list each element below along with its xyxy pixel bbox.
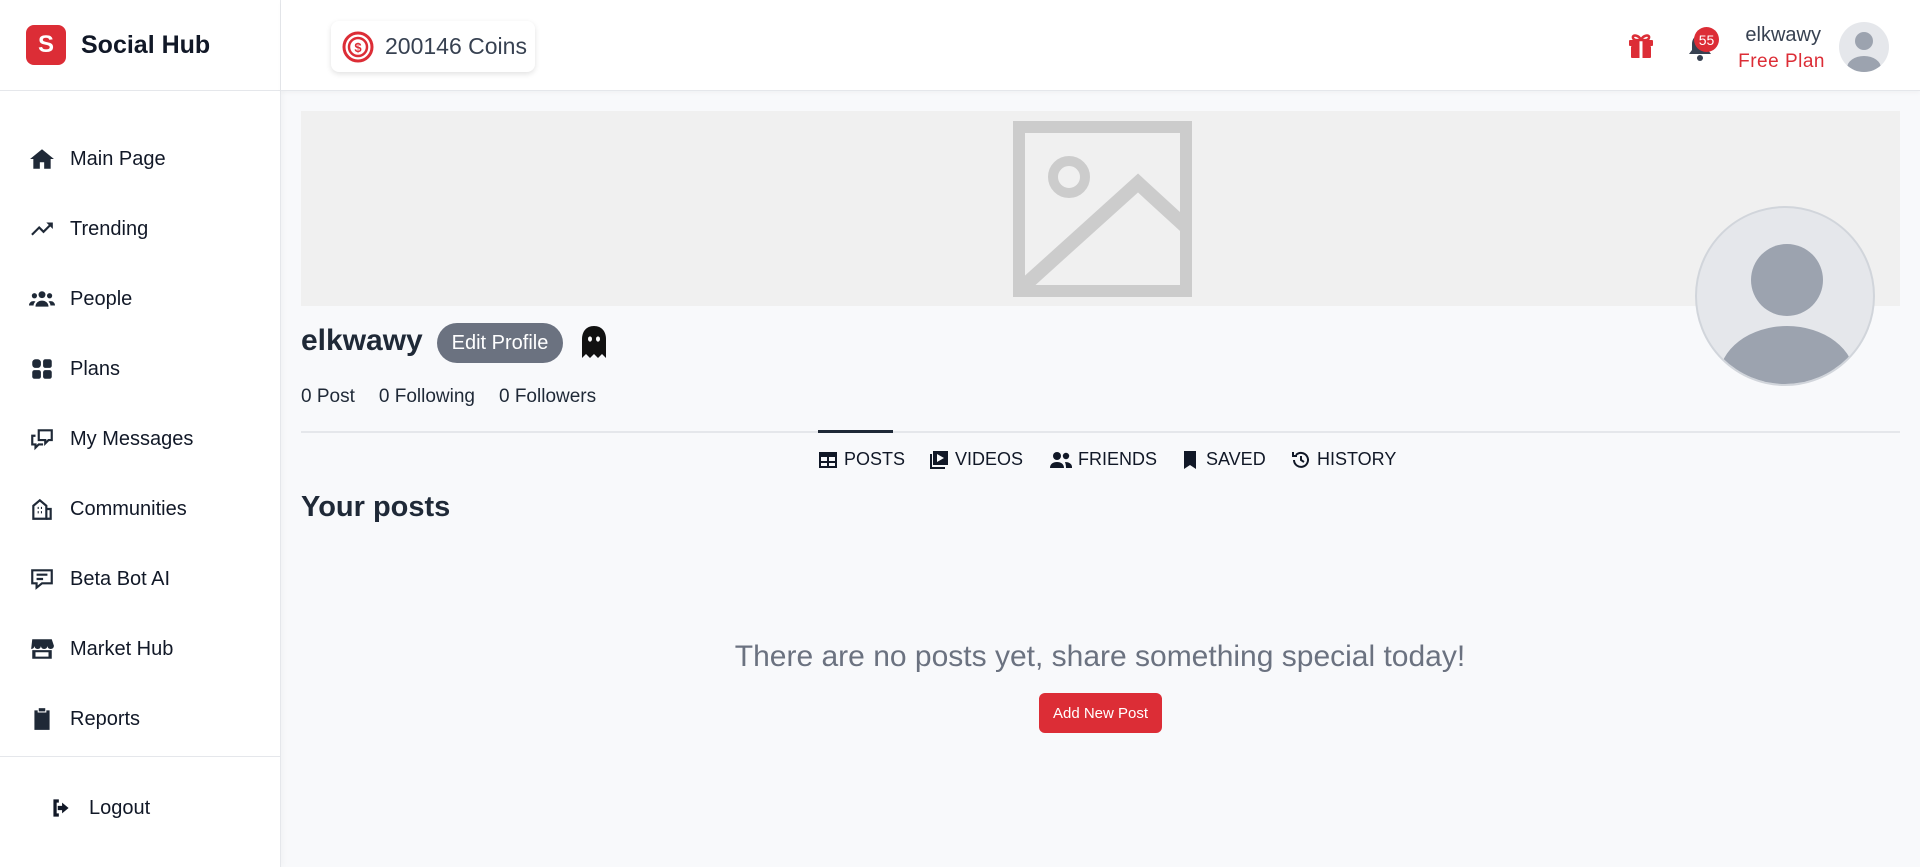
plans-icon <box>32 359 52 379</box>
sidebar-item-label: Reports <box>70 707 141 730</box>
logout-icon <box>53 799 69 817</box>
people-icon <box>29 291 55 307</box>
brand-name: Social Hub <box>81 30 211 59</box>
notification-badge: 55 <box>1694 27 1719 52</box>
bookmark-icon <box>1184 450 1196 469</box>
user-icon <box>1719 244 1855 384</box>
profile-avatar[interactable] <box>1695 206 1875 386</box>
clipboard-icon <box>34 708 50 730</box>
tab-label: HISTORY <box>1317 449 1397 469</box>
sidebar: S Social Hub Main Page Trending People P… <box>0 0 281 867</box>
tab-history[interactable]: HISTORY <box>1291 449 1396 470</box>
sidebar-item-people[interactable]: People <box>0 264 280 334</box>
sidebar-item-label: Communities <box>70 497 187 520</box>
tab-label: POSTS <box>844 449 906 469</box>
user-icon <box>1847 32 1881 72</box>
sidebar-item-trending[interactable]: Trending <box>0 194 280 264</box>
logout-label: Logout <box>89 796 151 819</box>
logout-button[interactable]: Logout <box>48 795 150 821</box>
tabs-divider <box>301 431 1900 433</box>
sidebar-divider <box>0 756 280 757</box>
home-icon <box>30 149 54 169</box>
sidebar-item-label: Trending <box>70 217 149 240</box>
header-user-plan[interactable]: Free Plan <box>1738 51 1825 73</box>
header-avatar[interactable] <box>1839 22 1889 72</box>
history-icon <box>1292 451 1309 468</box>
sidebar-item-market-hub[interactable]: Market Hub <box>0 614 280 684</box>
sidebar-nav: Main Page Trending People Plans My Messa… <box>0 124 280 754</box>
sidebar-item-communities[interactable]: Communities <box>0 474 280 544</box>
coins-label: 200146 Coins <box>385 33 527 59</box>
profile-stats: 0 Post 0 Following 0 Followers <box>301 386 620 408</box>
gift-icon[interactable] <box>1627 30 1655 60</box>
coins-badge[interactable]: $ 200146 Coins <box>331 21 535 72</box>
sidebar-item-plans[interactable]: Plans <box>0 334 280 404</box>
tab-label: SAVED <box>1206 449 1266 469</box>
friends-icon <box>1050 451 1072 468</box>
tab-label: FRIENDS <box>1078 449 1158 469</box>
active-tab-indicator <box>818 430 893 433</box>
ghost-icon[interactable] <box>580 325 608 359</box>
profile-name: elkwawy <box>301 324 423 357</box>
profile-tabs: POSTS VIDEOS FRIENDS SAVED HISTORY <box>0 449 1920 473</box>
tab-posts[interactable]: POSTS <box>818 449 905 470</box>
followers-count[interactable]: 0 Followers <box>499 386 596 408</box>
brand[interactable]: S Social Hub <box>0 0 280 91</box>
image-placeholder-icon <box>1013 121 1192 297</box>
coins-icon: $ <box>342 31 374 62</box>
table-icon <box>819 451 837 468</box>
add-new-post-button[interactable]: Add New Post <box>1039 693 1162 733</box>
video-icon <box>930 450 948 469</box>
communities-icon <box>32 498 52 520</box>
cover-photo[interactable] <box>301 111 1900 306</box>
following-count[interactable]: 0 Following <box>379 386 475 408</box>
store-icon <box>31 639 54 659</box>
tab-friends[interactable]: FRIENDS <box>1050 449 1157 470</box>
sidebar-item-main-page[interactable]: Main Page <box>0 124 280 194</box>
sidebar-item-beta-bot-ai[interactable]: Beta Bot AI <box>0 544 280 614</box>
sidebar-item-label: Market Hub <box>70 637 174 660</box>
sidebar-item-label: People <box>70 287 133 310</box>
trending-icon <box>31 222 53 236</box>
sidebar-item-label: My Messages <box>70 427 194 450</box>
section-title: Your posts <box>301 491 451 523</box>
sidebar-item-label: Main Page <box>70 147 166 170</box>
bot-icon <box>31 569 53 590</box>
sidebar-item-reports[interactable]: Reports <box>0 684 280 754</box>
tab-saved[interactable]: SAVED <box>1180 449 1266 470</box>
tab-videos[interactable]: VIDEOS <box>929 449 1023 470</box>
sidebar-item-label: Beta Bot AI <box>70 567 171 590</box>
tab-label: VIDEOS <box>955 449 1024 469</box>
svg-text:$: $ <box>354 40 362 55</box>
edit-profile-button[interactable]: Edit Profile <box>437 323 563 363</box>
header-user-name[interactable]: elkwawy <box>1745 24 1821 47</box>
posts-count[interactable]: 0 Post <box>301 386 355 408</box>
sidebar-item-label: Plans <box>70 357 121 380</box>
top-header: $ 200146 Coins 55 elkwawy Free Plan <box>281 0 1920 91</box>
brand-logo: S <box>26 25 66 65</box>
empty-state-message: There are no posts yet, share something … <box>734 640 1466 673</box>
